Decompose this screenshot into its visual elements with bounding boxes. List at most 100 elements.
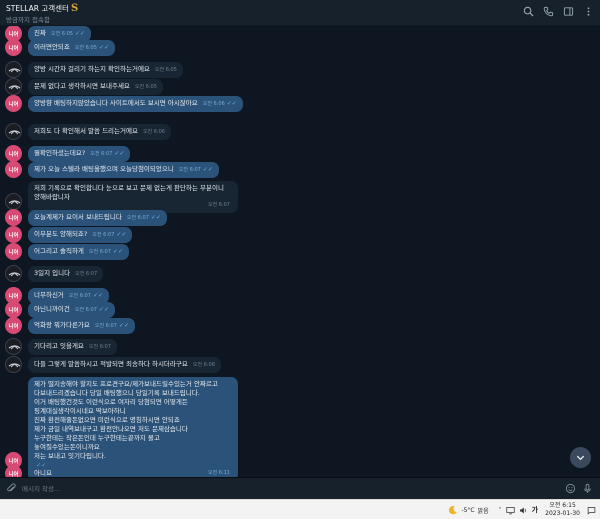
stellar-avatar[interactable]: [5, 193, 22, 210]
message-time: 오전 6:07: [88, 249, 111, 255]
outgoing-message[interactable]: 뭘확인하셨는데요? 오전 6:07 ✓✓: [28, 146, 131, 162]
chat-status: 방금까지 접속함: [6, 16, 50, 24]
message-text: 제가 금일 내역보내구고 환전안나오면 저도 문제삼습니다: [34, 425, 188, 433]
user-avatar[interactable]: 니어: [5, 145, 22, 162]
message-row: 니어 너무하신거 오전 6:07 ✓✓: [0, 287, 600, 304]
scroll-down-button[interactable]: [570, 447, 591, 468]
outgoing-message[interactable]: 아니요: [28, 466, 58, 477]
message-text: 제가 오늘 스텔라 배팅올했으며 오늘당첨이되었으니: [34, 165, 174, 173]
message-list[interactable]: 니어 진짜 오전 6:05 ✓✓ 니어 이러면안되죠 오전 6:05 ✓✓ 양방 시간차 걸리기…: [0, 26, 600, 477]
user-avatar[interactable]: 니어: [5, 209, 22, 226]
chevron-down-icon: [576, 455, 585, 461]
message-text: 진짜 환전해줄돈없으면 미런식으로 명칭하시면 안되죠: [34, 416, 180, 424]
message-time: 오전 6:05: [134, 84, 157, 90]
incoming-message[interactable]: 기다리고 잇을게요 오전 6:07: [28, 339, 117, 355]
message-row: 저희 기록으로 확인합니다 눈으로 보고 문제 없는게 판단하는 부분이니 양해바…: [0, 181, 600, 213]
message-text: 핑계대실생각이시네요 딱보아하니: [34, 407, 126, 415]
message-time: 오전 6:07: [75, 271, 98, 277]
outgoing-message[interactable]: 이러면안되죠 오전 6:05 ✓✓: [28, 40, 115, 56]
incoming-message[interactable]: 3일지 입니다 오전 6:07: [28, 266, 104, 282]
user-avatar[interactable]: 니어: [5, 301, 22, 318]
read-check-icon: ✓✓: [112, 248, 123, 255]
message-time: 오전 6:07: [178, 167, 201, 173]
incoming-message[interactable]: 저희 기록으로 확인합니다 눈으로 보고 문제 없는게 판단하는 부분이니 양해바…: [28, 181, 238, 213]
message-text: 너무하신거: [34, 291, 64, 299]
search-icon[interactable]: [523, 6, 534, 17]
weather-widget[interactable]: -5°C 맑음: [448, 505, 489, 515]
notification-icon[interactable]: [587, 506, 596, 515]
message-text: 저희도 다 확인해서 말씀 드리는거에요: [34, 127, 138, 135]
message-text: 다보내드리겠습니다 당일 배팅했으니 당일기록 보내드립니다.: [34, 389, 200, 397]
message-row: 니어 제가 오늘 스텔라 배팅올했으며 오늘당첨이되었으니 오전 6:07 ✓✓: [0, 161, 600, 178]
incoming-message[interactable]: 문제 없다고 생각하시면 보내주세요 오전 6:05: [28, 79, 163, 95]
speaker-icon[interactable]: [519, 506, 528, 515]
sidebar-toggle-icon[interactable]: [563, 6, 574, 17]
outgoing-message[interactable]: 제가 떨지송해야 할지도 프로견구요/제가보내드릴수있는거 안짜르고 다보내드리겠…: [28, 377, 238, 477]
windows-taskbar: -5°C 맑음 ˄ 가 오전 6:15 2023-01-30: [0, 499, 600, 519]
message-text: 이거 배팅했건것도 이런식으로 여자리 당첨되면 어떻게든: [34, 398, 188, 406]
network-icon[interactable]: [506, 506, 515, 515]
message-time: 오전 6:07: [74, 307, 97, 313]
clock-time: 오전 6:15: [549, 502, 576, 509]
read-check-icon: ✓✓: [118, 322, 129, 329]
emoji-icon[interactable]: [565, 483, 576, 494]
read-check-icon: ✓✓: [98, 306, 109, 313]
outgoing-message[interactable]: 억화랑 뭐가다른가요 오전 6:07 ✓✓: [28, 318, 135, 334]
stellar-logo-icon: [8, 85, 21, 90]
chevron-up-icon[interactable]: ˄: [499, 507, 502, 514]
stellar-avatar[interactable]: [5, 265, 22, 282]
read-check-icon: ✓✓: [114, 150, 125, 157]
message-time: 오전 6:07: [68, 293, 91, 299]
user-avatar[interactable]: 니어: [5, 161, 22, 178]
incoming-message[interactable]: 저희도 다 확인해서 말씀 드리는거에요 오전 6:06: [28, 124, 171, 140]
message-input[interactable]: [22, 481, 542, 497]
stellar-logo-icon: [8, 345, 21, 350]
stellar-avatar[interactable]: [5, 338, 22, 355]
user-avatar[interactable]: 니어: [5, 465, 22, 477]
attach-icon[interactable]: [6, 483, 17, 494]
read-check-icon: ✓✓: [150, 214, 161, 221]
message-composer: [0, 477, 600, 499]
message-text: 양해바랍니자: [34, 193, 70, 201]
stellar-logo-icon: [8, 363, 21, 368]
message-text: 3일지 입니다: [34, 269, 71, 277]
outgoing-message[interactable]: 이부분도 양해되죠? 오전 6:07 ✓✓: [28, 227, 133, 243]
incoming-message[interactable]: 다들 그렇게 말씀하시고 적발되면 죄송하다 하시더라구요 오전 6:08: [28, 357, 221, 373]
outgoing-message[interactable]: 아닌니까이건 오전 6:07 ✓✓: [28, 302, 115, 318]
message-row: 니어 어그리고 솔직하게 오전 6:07 ✓✓: [0, 243, 600, 260]
user-avatar[interactable]: 니어: [5, 39, 22, 56]
outgoing-message[interactable]: 어그리고 솔직하게 오전 6:07 ✓✓: [28, 244, 129, 260]
message-row: 양방 시간차 걸리기 하는지 확인하는거에요 오전 6:05: [0, 61, 600, 78]
input-language[interactable]: 가: [532, 505, 538, 515]
message-time: 오전 6:05: [50, 31, 73, 37]
message-row: 니어 억화랑 뭐가다른가요 오전 6:07 ✓✓: [0, 317, 600, 334]
message-text: 제가 떨지송해야 할지도 프로견구요/제가보내드릴수있는거 안짜르고: [34, 380, 218, 388]
incoming-message[interactable]: 양방 시간차 걸리기 하는지 확인하는거에요 오전 6:05: [28, 62, 183, 78]
system-clock[interactable]: 오전 6:15 2023-01-30: [545, 502, 580, 518]
message-row: 니어 뭘확인하셨는데요? 오전 6:07 ✓✓: [0, 145, 600, 162]
message-text: 이부분도 양해되죠?: [34, 230, 88, 238]
outgoing-message[interactable]: 양방향 배팅하지않았습니다 사이트에서도 보시면 아시잖아요 오전 6:06 ✓✓: [28, 96, 243, 112]
stellar-avatar[interactable]: [5, 61, 22, 78]
user-avatar[interactable]: 니어: [5, 243, 22, 260]
message-text: 양방향 배팅하지않았습니다 사이트에서도 보시면 아시잖아요: [34, 99, 198, 107]
message-row: 다들 그렇게 말씀하시고 적발되면 죄송하다 하시더라구요 오전 6:08: [0, 356, 600, 373]
read-check-icon: ✓✓: [98, 44, 109, 51]
message-row: 3일지 입니다 오전 6:07: [0, 265, 600, 282]
user-avatar[interactable]: 니어: [5, 317, 22, 334]
outgoing-message[interactable]: 오늘계제가 요이서 보내드립니다 오전 6:07 ✓✓: [28, 210, 167, 226]
message-text: 억화랑 뭐가다른가요: [34, 321, 90, 329]
message-text: 놓여질수있는돈이니까요: [34, 443, 100, 451]
user-avatar[interactable]: 니어: [5, 95, 22, 112]
microphone-icon[interactable]: [582, 483, 593, 494]
stellar-avatar[interactable]: [5, 356, 22, 373]
chat-title[interactable]: STELLAR 고객센터 S: [6, 3, 78, 14]
more-menu-icon[interactable]: [583, 6, 594, 17]
message-time: 오전 6:07: [126, 215, 149, 221]
stellar-avatar[interactable]: [5, 123, 22, 140]
stellar-avatar[interactable]: [5, 78, 22, 95]
message-text: 진짜: [34, 29, 46, 37]
phone-icon[interactable]: [543, 6, 554, 17]
user-avatar[interactable]: 니어: [5, 226, 22, 243]
outgoing-message[interactable]: 제가 오늘 스텔라 배팅올했으며 오늘당첨이되었으니 오전 6:07 ✓✓: [28, 162, 219, 178]
